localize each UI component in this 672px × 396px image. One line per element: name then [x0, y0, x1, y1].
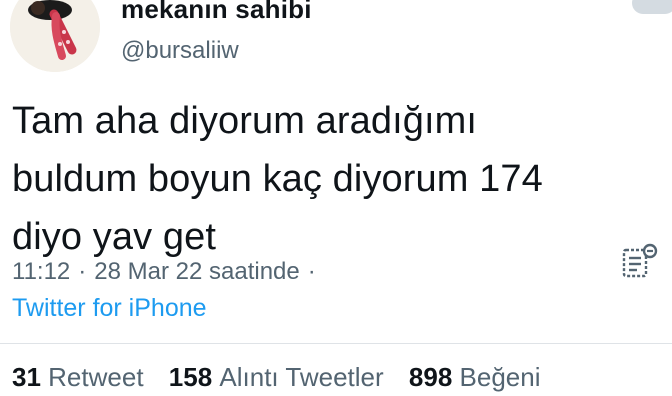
tweet-text: Tam aha diyorum aradığımı buldum boyun k…: [12, 100, 543, 258]
likes-label[interactable]: Beğeni: [460, 362, 541, 392]
user-handle[interactable]: @bursaliiw: [121, 37, 239, 65]
tweet-time[interactable]: 11:12: [12, 258, 70, 285]
retweets-label[interactable]: Retweet: [48, 362, 143, 392]
retweets-count[interactable]: 31: [12, 362, 41, 392]
tweet-stats: 31 Retweet 158 Alıntı Tweetler 898 Beğen…: [12, 362, 559, 396]
more-options-icon[interactable]: [632, 0, 672, 14]
quotes-label[interactable]: Alıntı Tweetler: [219, 362, 383, 392]
tweet-date[interactable]: 28 Mar 22 saatinde: [94, 258, 299, 285]
analytics-icon[interactable]: [616, 242, 662, 284]
quotes-count[interactable]: 158: [169, 362, 212, 392]
divider: [0, 343, 672, 344]
display-name[interactable]: mekanın sahibi: [121, 0, 312, 25]
tweet-source-link[interactable]: Twitter for iPhone: [12, 294, 207, 323]
meta-separator: ·: [78, 258, 87, 285]
likes-count[interactable]: 898: [409, 362, 452, 392]
meta-separator: ·: [307, 258, 316, 285]
avatar[interactable]: [10, 0, 100, 72]
tweet-meta: 11:12 · 28 Mar 22 saatinde ·: [12, 258, 324, 286]
